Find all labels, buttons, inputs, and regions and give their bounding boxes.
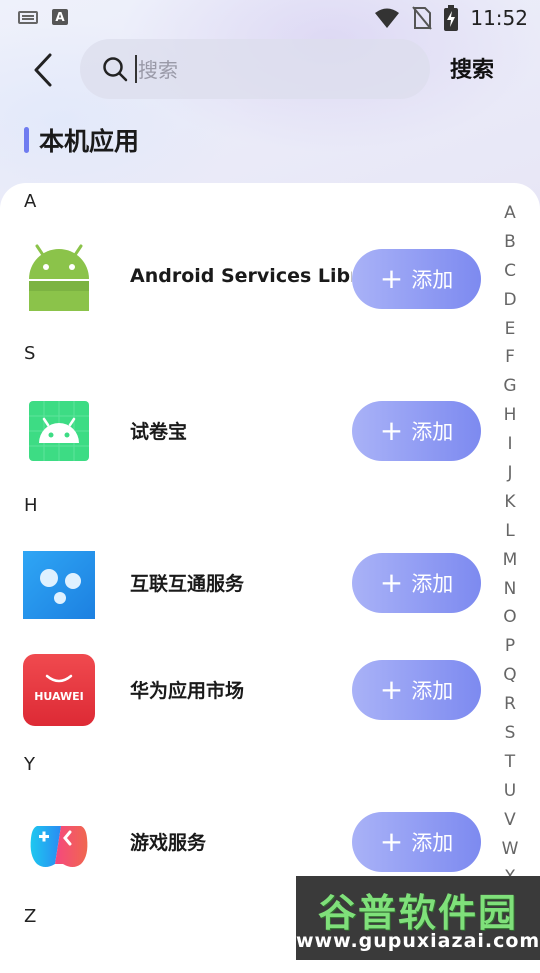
index-letter-q[interactable]: Q (503, 661, 516, 690)
add-button[interactable]: + 添加 (352, 553, 481, 613)
search-header: 搜索 (0, 36, 540, 106)
a-notification-icon: A (52, 9, 68, 25)
group-letter-s: S (24, 343, 36, 364)
add-button-label: 添加 (411, 831, 454, 855)
app-name: Android Services Library (130, 265, 352, 287)
index-letter-g[interactable]: G (503, 372, 516, 401)
app-name: 华为应用市场 (130, 680, 245, 702)
index-letter-a[interactable]: A (504, 199, 516, 228)
app-name: 互联互通服务 (130, 573, 245, 595)
search-box[interactable] (80, 39, 430, 99)
search-button[interactable]: 搜索 (450, 52, 494, 84)
add-button-label: 添加 (411, 572, 454, 596)
status-right-icons: 11:52 (374, 5, 528, 31)
status-left-icons: A (18, 9, 68, 25)
group-letter-y: Y (24, 754, 35, 775)
battery-charging-icon (444, 5, 459, 31)
title-accent-bar (24, 127, 29, 153)
index-letter-l[interactable]: L (505, 517, 514, 546)
app-name: 试卷宝 (130, 421, 188, 443)
group-letter-a: A (24, 191, 37, 212)
index-letter-p[interactable]: P (505, 632, 515, 661)
plus-icon: + (379, 262, 404, 295)
plus-icon: + (379, 673, 404, 706)
clock-time: 11:52 (470, 6, 528, 30)
list-item: 游戏服务 + 添加 (0, 802, 500, 882)
index-letter-f[interactable]: F (505, 343, 515, 372)
status-bar: A 11:52 (0, 0, 540, 36)
add-button-label: 添加 (411, 420, 454, 444)
index-letter-b[interactable]: B (504, 228, 516, 257)
list-item: 互联互通服务 + 添加 (0, 543, 500, 623)
add-button[interactable]: + 添加 (352, 660, 481, 720)
group-letter-z: Z (24, 906, 37, 927)
page-title: 本机应用 (39, 127, 140, 156)
index-letter-s[interactable]: S (505, 719, 516, 748)
add-button[interactable]: + 添加 (352, 812, 481, 872)
index-letter-o[interactable]: O (503, 603, 516, 632)
group-letter-h: H (24, 495, 38, 516)
index-letter-w[interactable]: W (502, 835, 519, 864)
add-button-label: 添加 (411, 679, 454, 703)
list-item: HUAWEI 华为应用市场 + 添加 (0, 650, 500, 730)
plus-icon: + (379, 566, 404, 599)
index-letter-t[interactable]: T (505, 748, 515, 777)
add-button[interactable]: + 添加 (352, 401, 481, 461)
wifi-icon (375, 8, 400, 28)
huawei-logo-text: HUAWEI (34, 690, 84, 703)
index-letter-i[interactable]: I (507, 430, 512, 459)
back-arrow-icon[interactable] (28, 52, 58, 88)
index-letter-d[interactable]: D (503, 286, 516, 315)
add-button-label: 添加 (411, 268, 454, 292)
gamepad-icon (30, 826, 88, 867)
list-item: Android Services Library + 添加 (0, 239, 500, 319)
plus-icon: + (379, 414, 404, 447)
keyboard-icon (18, 10, 38, 24)
index-letter-e[interactable]: E (505, 315, 516, 344)
android-robot-green-tile-icon (29, 401, 89, 461)
list-item: 试卷宝 + 添加 (0, 391, 500, 471)
watermark: 谷普软件园 www.gupuxiazai.com (296, 876, 540, 960)
index-letter-k[interactable]: K (504, 488, 515, 517)
index-letter-u[interactable]: U (504, 777, 516, 806)
plus-icon: + (379, 825, 404, 858)
watermark-url: www.gupuxiazai.com (296, 930, 540, 952)
alphabet-index-bar[interactable]: ABCDEFGHIJKLMNOPQRSTUVWXYZ (497, 199, 523, 950)
no-sim-icon (412, 6, 433, 30)
index-letter-m[interactable]: M (503, 546, 518, 575)
index-letter-v[interactable]: V (504, 806, 516, 835)
interconnect-bubbles-icon (23, 551, 95, 619)
huawei-appgallery-icon: HUAWEI (23, 654, 95, 726)
index-letter-c[interactable]: C (504, 257, 516, 286)
android-robot-icon (29, 244, 89, 311)
add-button[interactable]: + 添加 (352, 249, 481, 309)
search-input[interactable] (136, 53, 410, 87)
search-icon (103, 57, 128, 82)
index-letter-n[interactable]: N (504, 575, 517, 604)
index-letter-h[interactable]: H (504, 401, 517, 430)
section-title: 本机应用 (24, 124, 139, 156)
app-name: 游戏服务 (130, 832, 207, 854)
watermark-title: 谷普软件园 (317, 891, 518, 935)
index-letter-r[interactable]: R (504, 690, 516, 719)
index-letter-j[interactable]: J (507, 459, 512, 488)
